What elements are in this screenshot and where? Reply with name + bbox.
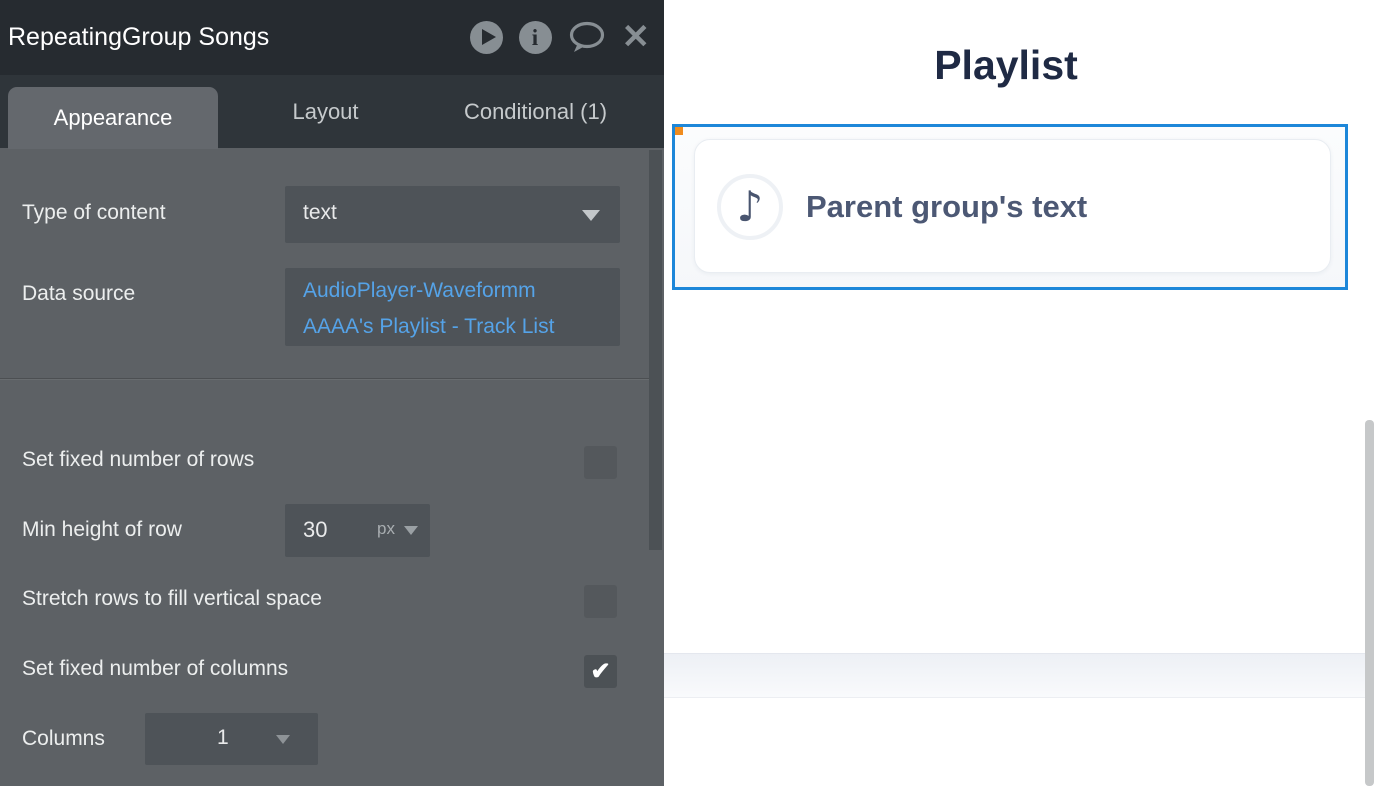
- stretch-rows-label: Stretch rows to fill vertical space: [22, 587, 322, 611]
- page-section-band: [664, 653, 1374, 698]
- page-title: Playlist: [664, 42, 1348, 89]
- type-of-content-dropdown[interactable]: text: [285, 186, 620, 243]
- property-editor-panel: RepeatingGroup Songs i ✕ Appearance Layo…: [0, 0, 664, 786]
- tab-appearance[interactable]: Appearance: [8, 87, 218, 149]
- canvas-scrollbar[interactable]: [1365, 420, 1374, 786]
- music-note-icon: ♪: [737, 186, 764, 228]
- set-fixed-columns-checkbox[interactable]: ✔: [584, 655, 617, 688]
- preview-play-icon[interactable]: [470, 21, 503, 54]
- play-triangle-icon: [482, 29, 496, 45]
- tab-layout[interactable]: Layout: [248, 75, 403, 148]
- set-fixed-columns-label: Set fixed number of columns: [22, 657, 288, 681]
- music-note-circle: ♪: [717, 174, 783, 240]
- min-height-input[interactable]: 30 px: [285, 504, 430, 557]
- columns-value: 1: [217, 726, 229, 750]
- song-row-card[interactable]: ♪ Parent group's text: [694, 139, 1331, 273]
- unit-chevron-down-icon[interactable]: [404, 526, 418, 535]
- design-canvas: Playlist ♪ Parent group's text: [664, 0, 1374, 786]
- titlebar-icons: i ✕: [470, 0, 651, 75]
- selection-resize-handle[interactable]: [675, 127, 683, 135]
- set-fixed-rows-label: Set fixed number of rows: [22, 448, 254, 472]
- close-icon[interactable]: ✕: [622, 21, 651, 54]
- stretch-rows-checkbox[interactable]: [584, 585, 617, 618]
- section-divider: [0, 378, 649, 379]
- info-icon[interactable]: i: [519, 21, 552, 54]
- min-height-unit: px: [377, 519, 395, 539]
- check-icon: ✔: [590, 658, 610, 685]
- bubble-editor: RepeatingGroup Songs i ✕ Appearance Layo…: [0, 0, 1374, 786]
- song-row-text: Parent group's text: [806, 140, 1087, 274]
- type-of-content-label: Type of content: [22, 201, 166, 225]
- panel-scrollbar[interactable]: [649, 150, 662, 550]
- comment-icon[interactable]: [568, 21, 606, 54]
- set-fixed-rows-checkbox[interactable]: [584, 446, 617, 479]
- chevron-down-icon: [582, 210, 600, 221]
- repeating-group-selection[interactable]: ♪ Parent group's text: [672, 124, 1348, 290]
- panel-titlebar: RepeatingGroup Songs i ✕: [0, 0, 664, 75]
- type-of-content-value: text: [303, 201, 337, 225]
- data-source-line2: AAAA's Playlist - Track List: [303, 309, 620, 345]
- min-height-value: 30: [303, 517, 327, 543]
- data-source-label: Data source: [22, 282, 135, 306]
- tab-conditional[interactable]: Conditional (1): [433, 75, 638, 148]
- info-glyph: i: [519, 25, 552, 51]
- columns-label: Columns: [22, 727, 105, 751]
- data-source-expression[interactable]: AudioPlayer-Waveformm AAAA's Playlist - …: [285, 268, 620, 346]
- panel-tabbar: Appearance Layout Conditional (1): [0, 75, 664, 148]
- min-height-label: Min height of row: [22, 518, 182, 542]
- columns-chevron-down-icon: [276, 735, 290, 744]
- panel-title: RepeatingGroup Songs: [8, 0, 269, 75]
- data-source-line1: AudioPlayer-Waveformm: [303, 273, 620, 309]
- columns-dropdown[interactable]: 1: [145, 713, 318, 765]
